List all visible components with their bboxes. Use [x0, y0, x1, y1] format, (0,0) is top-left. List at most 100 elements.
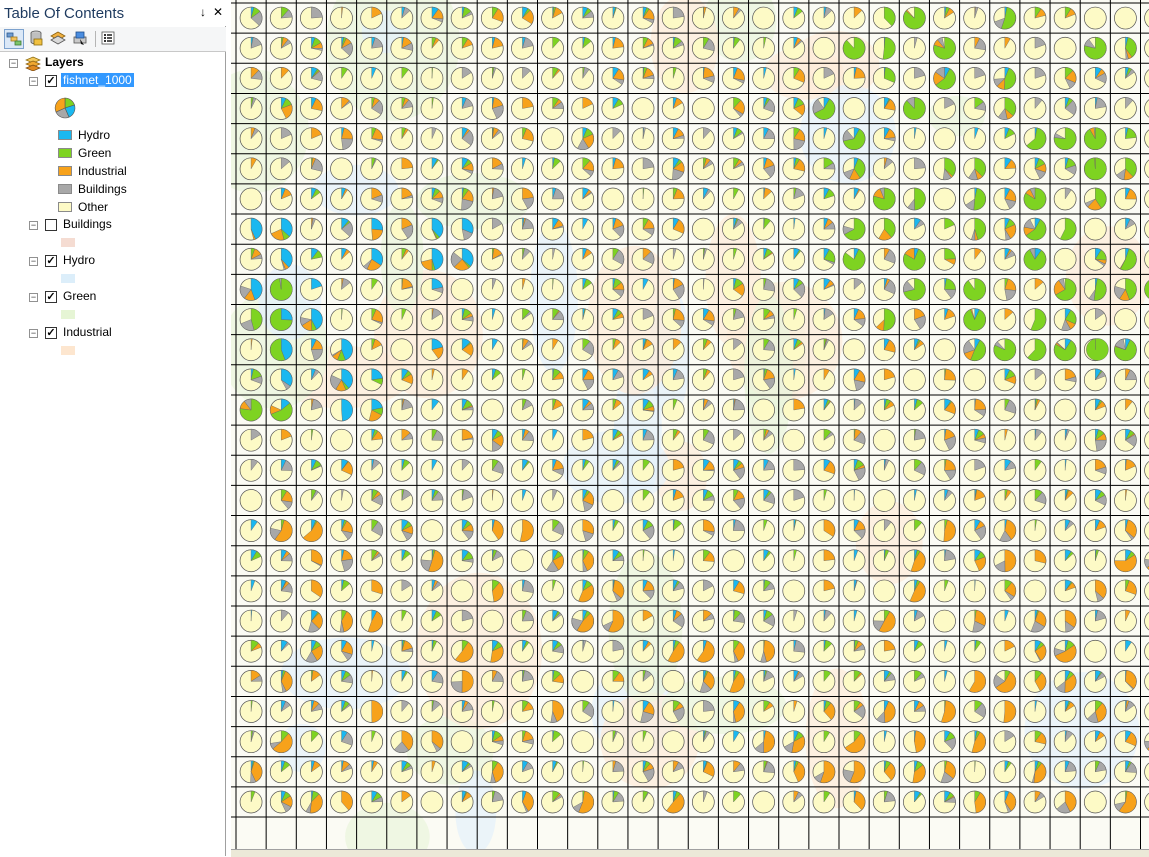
pie-base: [1144, 702, 1149, 721]
fishnet-cell-pie: [812, 700, 836, 723]
fishnet-cell-pie: [842, 428, 866, 452]
fishnet-cell-pie: [842, 700, 866, 723]
fishnet-cell-pie: [1144, 732, 1149, 751]
pie-slice-industrial: [1004, 549, 1017, 572]
fishnet-cell-pie: [782, 760, 806, 784]
fishnet-cell-pie: [571, 247, 595, 271]
fishnet-visibility-checkbox[interactable]: ✓: [45, 75, 57, 87]
fishnet-cell-pie: [1053, 458, 1077, 482]
fishnet-cell-pie: [782, 308, 806, 331]
fishnet-cell-pie: [661, 398, 685, 422]
legend-label-green: Green: [78, 146, 112, 160]
pie-slice-green: [842, 37, 866, 60]
green-expander[interactable]: −: [29, 293, 38, 302]
layer-hydro[interactable]: Hydro: [63, 253, 95, 267]
fishnet-cell-pie: [722, 579, 745, 603]
fishnet-cell-pie: [300, 519, 323, 542]
list-by-selection-button[interactable]: [71, 29, 91, 49]
fishnet-cell-pie: [541, 670, 564, 693]
pie-base: [1144, 99, 1149, 118]
fishnet-cell-pie: [420, 278, 444, 301]
fishnet-cell-pie: [782, 428, 806, 452]
fishnet-cell-pie: [601, 247, 625, 271]
fishnet-cell-pie: [420, 308, 444, 331]
fishnet-cell-pie: [360, 308, 384, 331]
options-button[interactable]: [99, 29, 119, 49]
fishnet-cell-pie: [631, 338, 655, 362]
pie-slice-industrial: [371, 228, 383, 241]
fishnet-cell-pie: [782, 609, 806, 633]
close-icon[interactable]: ✕: [211, 5, 225, 19]
layers-root-label[interactable]: Layers: [45, 55, 84, 69]
industrial-expander[interactable]: −: [29, 329, 38, 338]
fishnet-cell-pie: [691, 639, 715, 663]
fishnet-cell-pie: [872, 67, 896, 90]
fishnet-cell-pie: [722, 609, 745, 633]
fishnet-cell-pie: [420, 97, 444, 120]
toc-toolbar: [0, 27, 226, 52]
fishnet-cell-pie: [1144, 762, 1149, 782]
layer-green[interactable]: Green: [63, 289, 96, 303]
list-by-drawing-order-button[interactable]: [4, 29, 24, 49]
fishnet-cell-pie: [239, 458, 263, 482]
fishnet-cell-pie: [571, 519, 595, 542]
fishnet-cell-pie: [661, 670, 685, 693]
fishnet-cell-pie: [691, 6, 715, 30]
fishnet-cell-pie: [993, 790, 1017, 814]
fishnet-cell-pie: [541, 730, 564, 754]
fishnet-cell-pie: [239, 36, 263, 60]
pie-base: [1083, 790, 1107, 814]
fishnet-cell-pie: [1144, 370, 1149, 390]
pie-slice-buildings: [914, 157, 926, 170]
green-visibility-checkbox[interactable]: ✓: [45, 291, 57, 303]
fishnet-cell-pie: [1023, 67, 1047, 90]
fishnet-cell-pie: [330, 730, 353, 754]
fishnet-cell-pie: [812, 428, 836, 452]
layer-buildings[interactable]: Buildings: [63, 217, 112, 231]
fishnet-cell-pie: [812, 489, 836, 512]
fishnet-cell-pie: [752, 308, 775, 331]
fishnet-expander[interactable]: −: [29, 77, 38, 86]
fishnet-cell-pie: [390, 308, 414, 331]
layers-expander[interactable]: −: [9, 59, 18, 68]
list-by-visibility-button[interactable]: [49, 29, 69, 49]
fishnet-cell-pie: [360, 127, 384, 151]
fishnet-cell-pie: [691, 700, 715, 723]
fishnet-cell-pie: [571, 790, 595, 814]
hydro-expander[interactable]: −: [29, 257, 38, 266]
list-by-source-button[interactable]: [27, 29, 47, 49]
buildings-expander[interactable]: −: [29, 221, 38, 230]
fishnet-cell-pie: [1053, 428, 1077, 452]
fishnet-cell-pie: [360, 217, 384, 241]
fishnet-cell-pie: [722, 247, 745, 271]
pie-base: [872, 489, 896, 512]
hydro-visibility-checkbox[interactable]: ✓: [45, 255, 57, 267]
pie-base: [1144, 219, 1149, 239]
fishnet-pie-map[interactable]: [231, 0, 1149, 849]
fishnet-cell-pie: [511, 157, 534, 181]
fishnet-cell-pie: [330, 97, 353, 120]
fishnet-cell-pie: [330, 700, 353, 723]
fishnet-cell-pie: [752, 338, 775, 362]
fishnet-cell-pie: [390, 639, 414, 663]
fishnet-cell-pie: [933, 639, 956, 663]
buildings-visibility-checkbox[interactable]: [45, 219, 57, 231]
pin-icon[interactable]: ↓: [196, 5, 210, 19]
industrial-visibility-checkbox[interactable]: ✓: [45, 327, 57, 339]
fishnet-cell-pie: [601, 760, 625, 784]
pie-slice-buildings: [1144, 558, 1149, 568]
fishnet-cell-pie: [631, 760, 655, 784]
layer-fishnet-1000[interactable]: fishnet_1000: [61, 73, 134, 87]
fishnet-cell-pie: [1083, 36, 1107, 60]
layer-industrial[interactable]: Industrial: [63, 325, 112, 339]
fishnet-cell-pie: [782, 6, 806, 30]
fishnet-cell-pie: [239, 609, 263, 633]
fishnet-cell-pie: [872, 127, 896, 151]
fishnet-cell-pie: [722, 519, 745, 542]
map-view[interactable]: [231, 0, 1149, 849]
fishnet-cell-pie: [782, 700, 806, 723]
fishnet-cell-pie: [269, 217, 293, 241]
toc-header: Table Of Contents ↓ ✕: [0, 0, 226, 26]
pie-slice-buildings: [642, 157, 655, 170]
fishnet-cell-pie: [330, 36, 353, 60]
